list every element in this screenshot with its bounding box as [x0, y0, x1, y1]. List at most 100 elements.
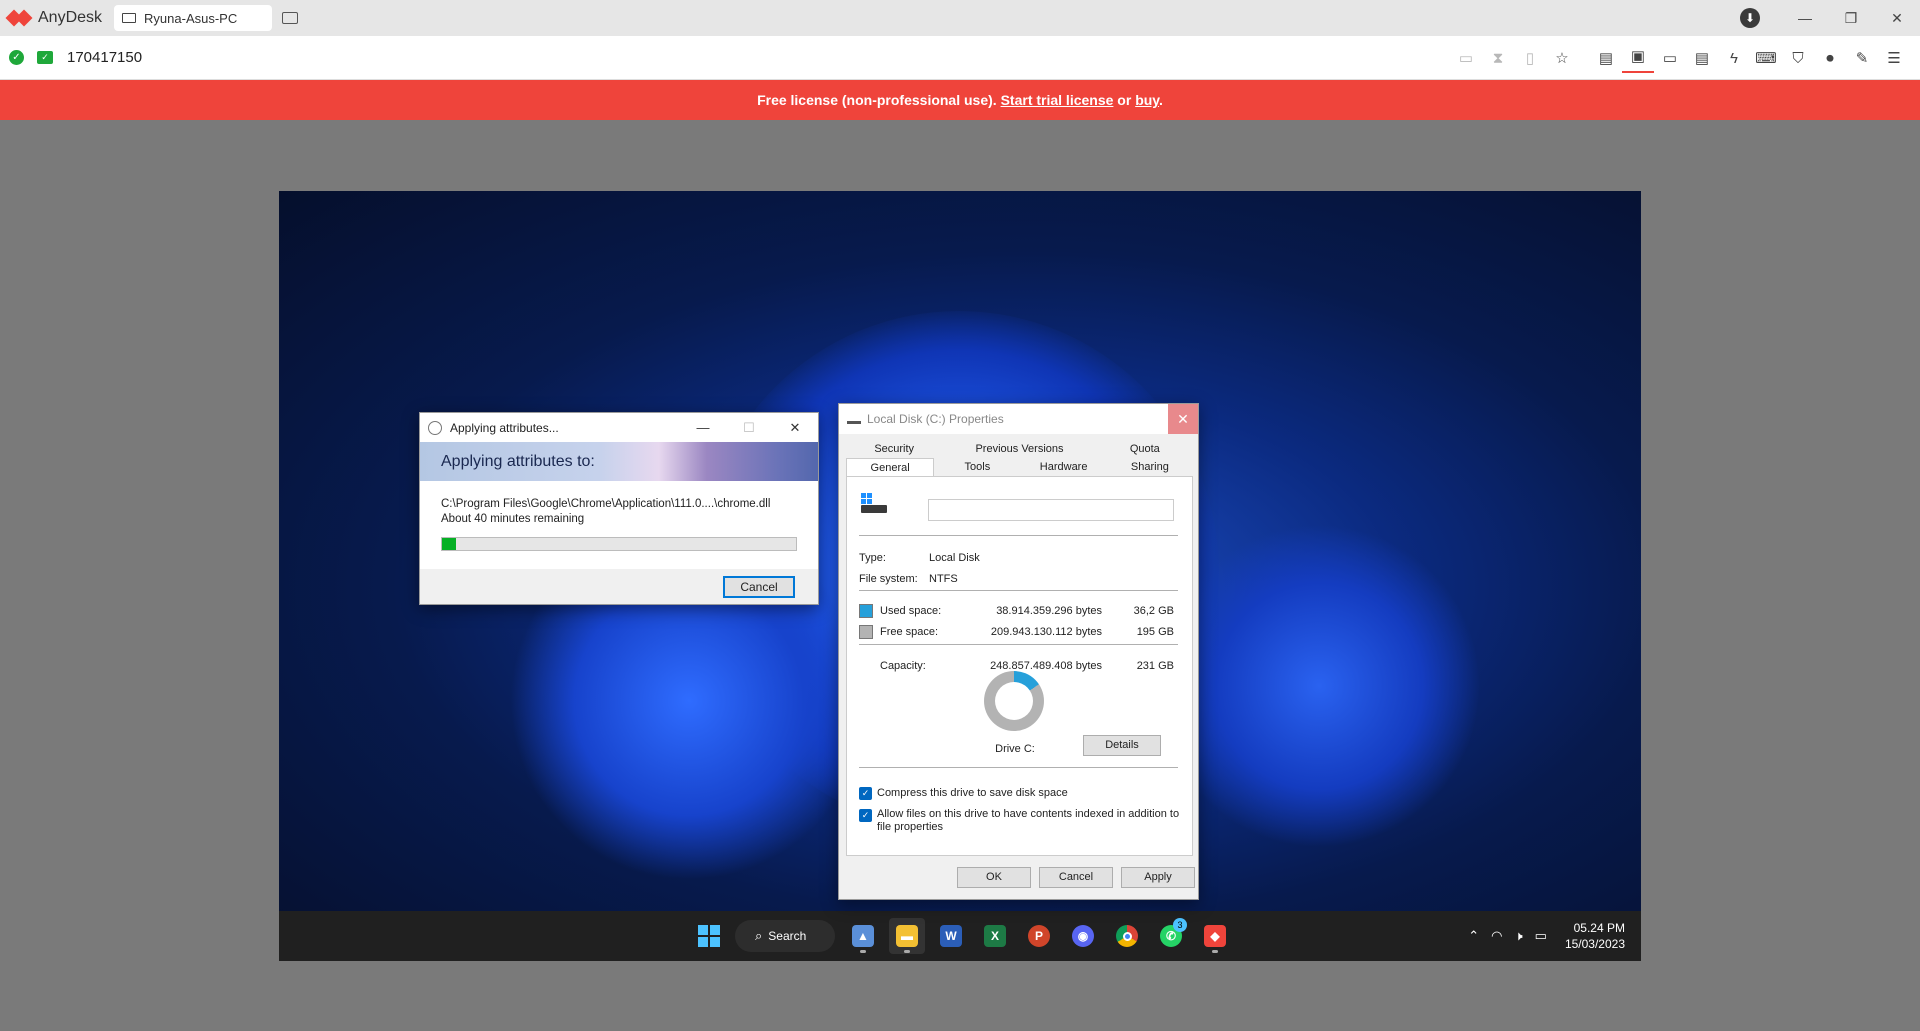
minimize-button[interactable]: —: [1782, 10, 1828, 26]
powerpoint-icon: P: [1028, 925, 1050, 947]
drive-label-input[interactable]: [928, 499, 1174, 521]
monitor-icon: [122, 13, 137, 23]
used-space-bytes: 38.914.359.296 bytes: [996, 605, 1102, 617]
compress-label: Compress this drive to save disk space: [877, 787, 1068, 799]
clock[interactable]: 05.24 PM 15/03/2023: [1565, 920, 1625, 952]
taskbar-search[interactable]: ⌕ Search: [735, 920, 835, 952]
window-controls: ⬇ — ❐ ✕: [1740, 0, 1920, 36]
search-label: Search: [768, 929, 807, 943]
tab-hardware[interactable]: Hardware: [1021, 458, 1107, 476]
system-tray: ⌃ ◠ 🕨 ▭ 05.24 PM 15/03/2023: [1456, 911, 1625, 961]
record-icon[interactable]: ▯: [1514, 49, 1546, 67]
taskbar: ⌕ Search ▲ ▬ W X P ◉ ✆ 3 ◆ ⌃ ◠ 🕨 ▭ 05.24 …: [279, 911, 1641, 961]
cancel-button[interactable]: Cancel: [723, 576, 795, 598]
close-button[interactable]: ✕: [772, 413, 818, 442]
download-icon[interactable]: ⬇: [1740, 8, 1760, 28]
chat-icon[interactable]: ▤: [1686, 49, 1718, 67]
capacity-label: Capacity:: [880, 660, 926, 672]
drive-icon: [847, 414, 861, 424]
verified-icon: ✓: [37, 51, 53, 64]
used-space-swatch: [859, 604, 873, 618]
dialog-title: Local Disk (C:) Properties: [867, 412, 1004, 426]
connection-status-icon: ✓: [9, 50, 24, 65]
ok-button[interactable]: OK: [957, 867, 1031, 888]
taskbar-app-explorer[interactable]: ▬: [889, 918, 925, 954]
tab-strip: Security Previous Versions Quota General…: [846, 440, 1193, 476]
progress-fill: [442, 538, 457, 550]
minimize-button[interactable]: —: [680, 413, 726, 442]
capacity-gb: 231 GB: [1136, 660, 1174, 672]
taskbar-app-excel[interactable]: X: [977, 918, 1013, 954]
index-label-line1: Allow files on this drive to have conten…: [877, 808, 1180, 820]
taskbar-app-whatsapp[interactable]: ✆ 3: [1153, 918, 1189, 954]
discord-icon: ◉: [1072, 925, 1094, 947]
search-icon: ⌕: [755, 928, 763, 943]
menu-icon[interactable]: ☰: [1878, 49, 1910, 67]
cancel-button[interactable]: Cancel: [1039, 867, 1113, 888]
details-button[interactable]: Details: [1083, 735, 1161, 756]
tab-tools[interactable]: Tools: [934, 458, 1020, 476]
start-button[interactable]: [691, 918, 727, 954]
mute-icon[interactable]: 🕨: [1514, 928, 1522, 944]
hourglass-icon[interactable]: ⧗: [1482, 50, 1514, 67]
recording-icon[interactable]: ⏺: [1814, 50, 1846, 67]
apply-button[interactable]: Apply: [1121, 867, 1195, 888]
session-tab-label: Ryuna-Asus-PC: [144, 10, 238, 26]
actions-icon[interactable]: ϟ: [1718, 50, 1750, 67]
notification-badge: 3: [1173, 918, 1187, 932]
battery-icon[interactable]: ▭: [1535, 928, 1547, 944]
maximize-button: ☐: [743, 420, 755, 435]
toolbar-actions: ▭ ⧗ ▯ ☆ ▤ ▣ ▭ ▤ ϟ ⌨ ⛉ ⏺ ✎ ☰: [1450, 36, 1910, 80]
resource-monitor-icon: ▲: [852, 925, 874, 947]
taskbar-app-powerpoint[interactable]: P: [1021, 918, 1057, 954]
tab-sharing[interactable]: Sharing: [1107, 458, 1193, 476]
restore-button[interactable]: ❐: [1828, 10, 1874, 27]
dialog-titlebar: Local Disk (C:) Properties ✕: [839, 404, 1198, 434]
excel-icon: X: [984, 925, 1006, 947]
chrome-icon: [1116, 925, 1138, 947]
anydesk-titlebar: AnyDesk Ryuna-Asus-PC ⬇ — ❐ ✕: [0, 0, 1920, 36]
free-space-swatch: [859, 625, 873, 639]
dialog-header: Applying attributes to:: [420, 442, 818, 481]
capacity-bytes: 248.857.489.408 bytes: [990, 660, 1102, 672]
monitor-switch-icon[interactable]: ▣: [1622, 43, 1654, 73]
clock-date: 15/03/2023: [1564, 937, 1625, 951]
file-explorer-icon: ▬: [896, 925, 918, 947]
drive-name: Drive C:: [995, 743, 1035, 755]
chevron-up-icon[interactable]: ⌃: [1468, 928, 1479, 944]
close-button[interactable]: ✕: [1168, 404, 1198, 434]
wifi-icon[interactable]: ◠: [1491, 928, 1502, 944]
tab-general[interactable]: General: [846, 458, 935, 476]
new-session-icon[interactable]: [282, 12, 299, 24]
session-tab[interactable]: Ryuna-Asus-PC: [114, 5, 273, 31]
compress-checkbox[interactable]: ✓: [859, 787, 872, 800]
tab-quota[interactable]: Quota: [1097, 440, 1193, 458]
word-icon: W: [940, 925, 962, 947]
buy-link[interactable]: buy: [1135, 92, 1159, 108]
taskbar-app-anydesk[interactable]: ◆: [1197, 918, 1233, 954]
permissions-icon[interactable]: ⛉: [1782, 50, 1814, 67]
keyboard-icon[interactable]: ⌨: [1750, 49, 1782, 67]
start-trial-link[interactable]: Start trial license: [1001, 92, 1114, 108]
clock-time: 05.24 PM: [1573, 921, 1625, 935]
display-icon[interactable]: ▭: [1654, 49, 1686, 67]
tab-security[interactable]: Security: [846, 440, 942, 458]
applying-attributes-dialog: Applying attributes... — ☐ ✕ Applying at…: [419, 412, 819, 605]
taskbar-app-word[interactable]: W: [933, 918, 969, 954]
whiteboard-icon[interactable]: ▭: [1450, 49, 1482, 67]
connection-id: 170417150: [67, 49, 143, 66]
tab-previous-versions[interactable]: Previous Versions: [942, 440, 1096, 458]
taskbar-app-chrome[interactable]: [1109, 918, 1145, 954]
banner-text: Free license (non-professional use).: [757, 92, 1001, 108]
free-space-bytes: 209.943.130.112 bytes: [990, 626, 1102, 638]
file-transfer-icon[interactable]: ▤: [1590, 49, 1622, 67]
anydesk-logo: AnyDesk: [5, 9, 102, 27]
taskbar-app-monitor[interactable]: ▲: [845, 918, 881, 954]
draw-icon[interactable]: ✎: [1846, 49, 1878, 67]
free-space-label: Free space:: [880, 626, 939, 638]
favorite-icon[interactable]: ☆: [1546, 49, 1578, 67]
windows-drive-icon: [861, 493, 887, 515]
taskbar-app-discord[interactable]: ◉: [1065, 918, 1101, 954]
close-button[interactable]: ✕: [1874, 10, 1920, 27]
index-checkbox[interactable]: ✓: [859, 809, 872, 822]
